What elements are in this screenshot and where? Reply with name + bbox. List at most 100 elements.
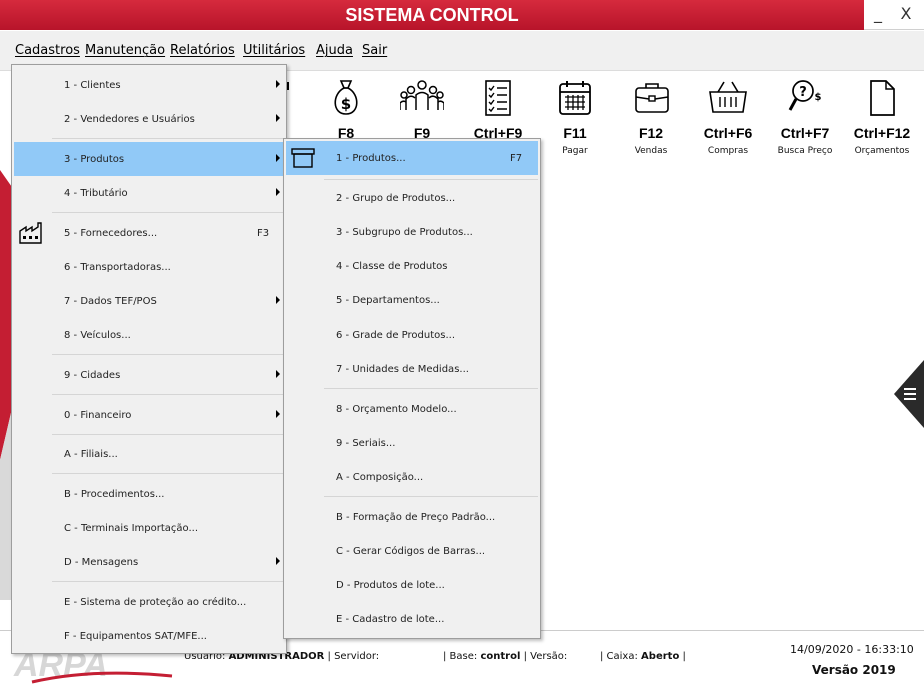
menu-item-transportadoras[interactable]: 6 - Transportadoras... bbox=[14, 250, 284, 284]
menu-item-label: 5 - Departamentos... bbox=[336, 295, 440, 306]
menu-item-label: 9 - Cidades bbox=[64, 370, 121, 381]
menu-item-label: C - Terminais Importação... bbox=[64, 523, 199, 534]
submenu-item-produtos-lote[interactable]: D - Produtos de lote... bbox=[286, 568, 538, 602]
menu-divider bbox=[324, 496, 538, 497]
svg-text:$: $ bbox=[815, 92, 822, 103]
menu-item-terminais-importacao[interactable]: C - Terminais Importação... bbox=[14, 511, 284, 545]
submenu-arrow-icon bbox=[276, 80, 280, 88]
menu-item-label: 3 - Subgrupo de Produtos... bbox=[336, 227, 473, 238]
menu-item-label: 9 - Seriais... bbox=[336, 438, 396, 449]
submenu-item-formacao-preco[interactable]: B - Formação de Preço Padrão... bbox=[286, 500, 538, 534]
menu-divider bbox=[52, 354, 284, 355]
minimize-button[interactable]: _ bbox=[866, 4, 890, 26]
menu-item-veiculos[interactable]: 8 - Veículos... bbox=[14, 318, 284, 352]
submenu-item-gerar-codigos-barras[interactable]: C - Gerar Códigos de Barras... bbox=[286, 534, 538, 568]
submenu-item-produtos[interactable]: 1 - Produtos... F7 bbox=[286, 141, 538, 175]
menu-item-label: E - Sistema de proteção ao crédito... bbox=[64, 597, 247, 608]
submenu-item-seriais[interactable]: 9 - Seriais... bbox=[286, 426, 538, 460]
submenu-item-subgrupo-produtos[interactable]: 3 - Subgrupo de Produtos... bbox=[286, 215, 538, 249]
menu-item-label: E - Cadastro de lote... bbox=[336, 614, 445, 625]
menu-item-cidades[interactable]: 9 - Cidades bbox=[14, 358, 284, 392]
status-base-value: control bbox=[480, 651, 521, 662]
toolbar-key: Ctrl+F12 bbox=[853, 125, 911, 141]
submenu-arrow-icon bbox=[276, 410, 280, 418]
menu-utilitarios[interactable]: Utilitários bbox=[243, 43, 305, 58]
submenu-item-composicao[interactable]: A - Composição... bbox=[286, 460, 538, 494]
menu-item-tributario[interactable]: 4 - Tributário bbox=[14, 176, 284, 210]
menu-item-label: 3 - Produtos bbox=[64, 154, 125, 165]
submenu-item-grupo-produtos[interactable]: 2 - Grupo de Produtos... bbox=[286, 181, 538, 215]
menu-item-clientes[interactable]: 1 - Clientes bbox=[14, 68, 284, 102]
status-caixa: | Caixa: Aberto | bbox=[600, 651, 686, 662]
menu-item-label: D - Mensagens bbox=[64, 557, 139, 568]
submenu-arrow-icon bbox=[276, 188, 280, 196]
menu-item-vendedores-usuarios[interactable]: 2 - Vendedores e Usuários bbox=[14, 102, 284, 136]
menu-item-produtos[interactable]: 3 - Produtos bbox=[14, 142, 284, 176]
status-datetime: 14/09/2020 - 16:33:10 bbox=[790, 643, 914, 656]
menu-item-procedimentos[interactable]: B - Procedimentos... bbox=[14, 477, 284, 511]
basket-icon bbox=[709, 81, 747, 113]
menu-item-fornecedores[interactable]: 5 - Fornecedores... F3 bbox=[14, 216, 284, 250]
menu-item-protecao-credito[interactable]: E - Sistema de proteção ao crédito... bbox=[14, 585, 284, 619]
menu-item-label: 2 - Vendedores e Usuários bbox=[64, 114, 195, 125]
menu-item-label: C - Gerar Códigos de Barras... bbox=[336, 546, 486, 557]
submenu-item-departamentos[interactable]: 5 - Departamentos... bbox=[286, 283, 538, 317]
menu-item-label: 7 - Unidades de Medidas... bbox=[336, 364, 469, 375]
toolbar-button-f12[interactable]: F12 Vendas bbox=[613, 72, 689, 160]
menu-item-mensagens[interactable]: D - Mensagens bbox=[14, 545, 284, 579]
submenu-arrow-icon bbox=[276, 557, 280, 565]
menu-divider bbox=[52, 434, 284, 435]
menu-item-label: 6 - Grade de Produtos... bbox=[336, 330, 456, 341]
menu-manutencao[interactable]: Manutenção bbox=[85, 43, 165, 58]
submenu-arrow-icon bbox=[276, 114, 280, 122]
toolbar-label: Compras bbox=[707, 146, 749, 156]
menu-item-label: 1 - Clientes bbox=[64, 80, 121, 91]
menu-ajuda[interactable]: Ajuda bbox=[316, 43, 353, 58]
price-search-icon: ? $ bbox=[788, 80, 822, 111]
submenu-arrow-icon bbox=[276, 296, 280, 304]
cadastros-menu: 1 - Clientes 2 - Vendedores e Usuários 3… bbox=[11, 64, 287, 654]
menu-divider bbox=[52, 473, 284, 474]
close-button[interactable]: X bbox=[894, 4, 918, 26]
submenu-item-orcamento-modelo[interactable]: 8 - Orçamento Modelo... bbox=[286, 392, 538, 426]
toolbar-button-f11[interactable]: F11 Pagar bbox=[537, 72, 613, 160]
submenu-item-classe-produtos[interactable]: 4 - Classe de Produtos bbox=[286, 249, 538, 283]
menu-item-label: B - Formação de Preço Padrão... bbox=[336, 512, 496, 523]
menu-item-label: 4 - Classe de Produtos bbox=[336, 261, 448, 272]
menu-divider bbox=[324, 388, 538, 389]
menu-divider bbox=[52, 138, 284, 139]
menu-item-label: 0 - Financeiro bbox=[64, 410, 132, 421]
svg-text:$: $ bbox=[341, 95, 351, 113]
toolbar-button-ctrl-f6[interactable]: Ctrl+F6 Compras bbox=[690, 72, 766, 160]
document-icon bbox=[870, 80, 895, 116]
menu-item-label: 8 - Veículos... bbox=[64, 330, 131, 341]
menu-sair[interactable]: Sair bbox=[362, 43, 387, 58]
submenu-item-grade-produtos[interactable]: 6 - Grade de Produtos... bbox=[286, 318, 538, 352]
toolbar-label: Pagar bbox=[562, 146, 588, 156]
toolbar-button-ctrl-f7[interactable]: ? $ Ctrl+F7 Busca Preço bbox=[767, 72, 843, 160]
toolbar-button-ctrl-f12[interactable]: Ctrl+F12 Orçamentos bbox=[844, 72, 920, 160]
menu-item-equipamentos-sat-mfe[interactable]: F - Equipamentos SAT/MFE... bbox=[14, 619, 284, 653]
menu-item-label: 6 - Transportadoras... bbox=[64, 262, 171, 273]
menu-relatorios[interactable]: Relatórios bbox=[170, 43, 235, 58]
menu-item-shortcut: F3 bbox=[257, 228, 270, 239]
side-panel-handle[interactable] bbox=[894, 360, 924, 428]
svg-text:?: ? bbox=[799, 85, 807, 100]
menu-item-label: D - Produtos de lote... bbox=[336, 580, 445, 591]
menu-item-filiais[interactable]: A - Filiais... bbox=[14, 437, 284, 471]
status-caixa-value: Aberto bbox=[641, 651, 680, 662]
menu-divider bbox=[52, 581, 284, 582]
menu-item-dados-tef-pos[interactable]: 7 - Dados TEF/POS bbox=[14, 284, 284, 318]
toolbar-label: Orçamentos bbox=[854, 146, 910, 156]
menu-divider bbox=[52, 394, 284, 395]
status-version: Versão 2019 bbox=[812, 663, 896, 677]
menu-item-financeiro[interactable]: 0 - Financeiro bbox=[14, 398, 284, 432]
menu-divider bbox=[52, 212, 284, 213]
submenu-item-cadastro-lote[interactable]: E - Cadastro de lote... bbox=[286, 602, 538, 636]
menu-cadastros[interactable]: Cadastros bbox=[15, 43, 80, 58]
submenu-item-unidades-medidas[interactable]: 7 - Unidades de Medidas... bbox=[286, 352, 538, 386]
menu-item-label: A - Filiais... bbox=[64, 449, 118, 460]
status-caixa-end: | bbox=[682, 651, 686, 662]
toolbar-key: F11 bbox=[563, 125, 587, 141]
status-version-label: | Versão: bbox=[523, 651, 568, 662]
